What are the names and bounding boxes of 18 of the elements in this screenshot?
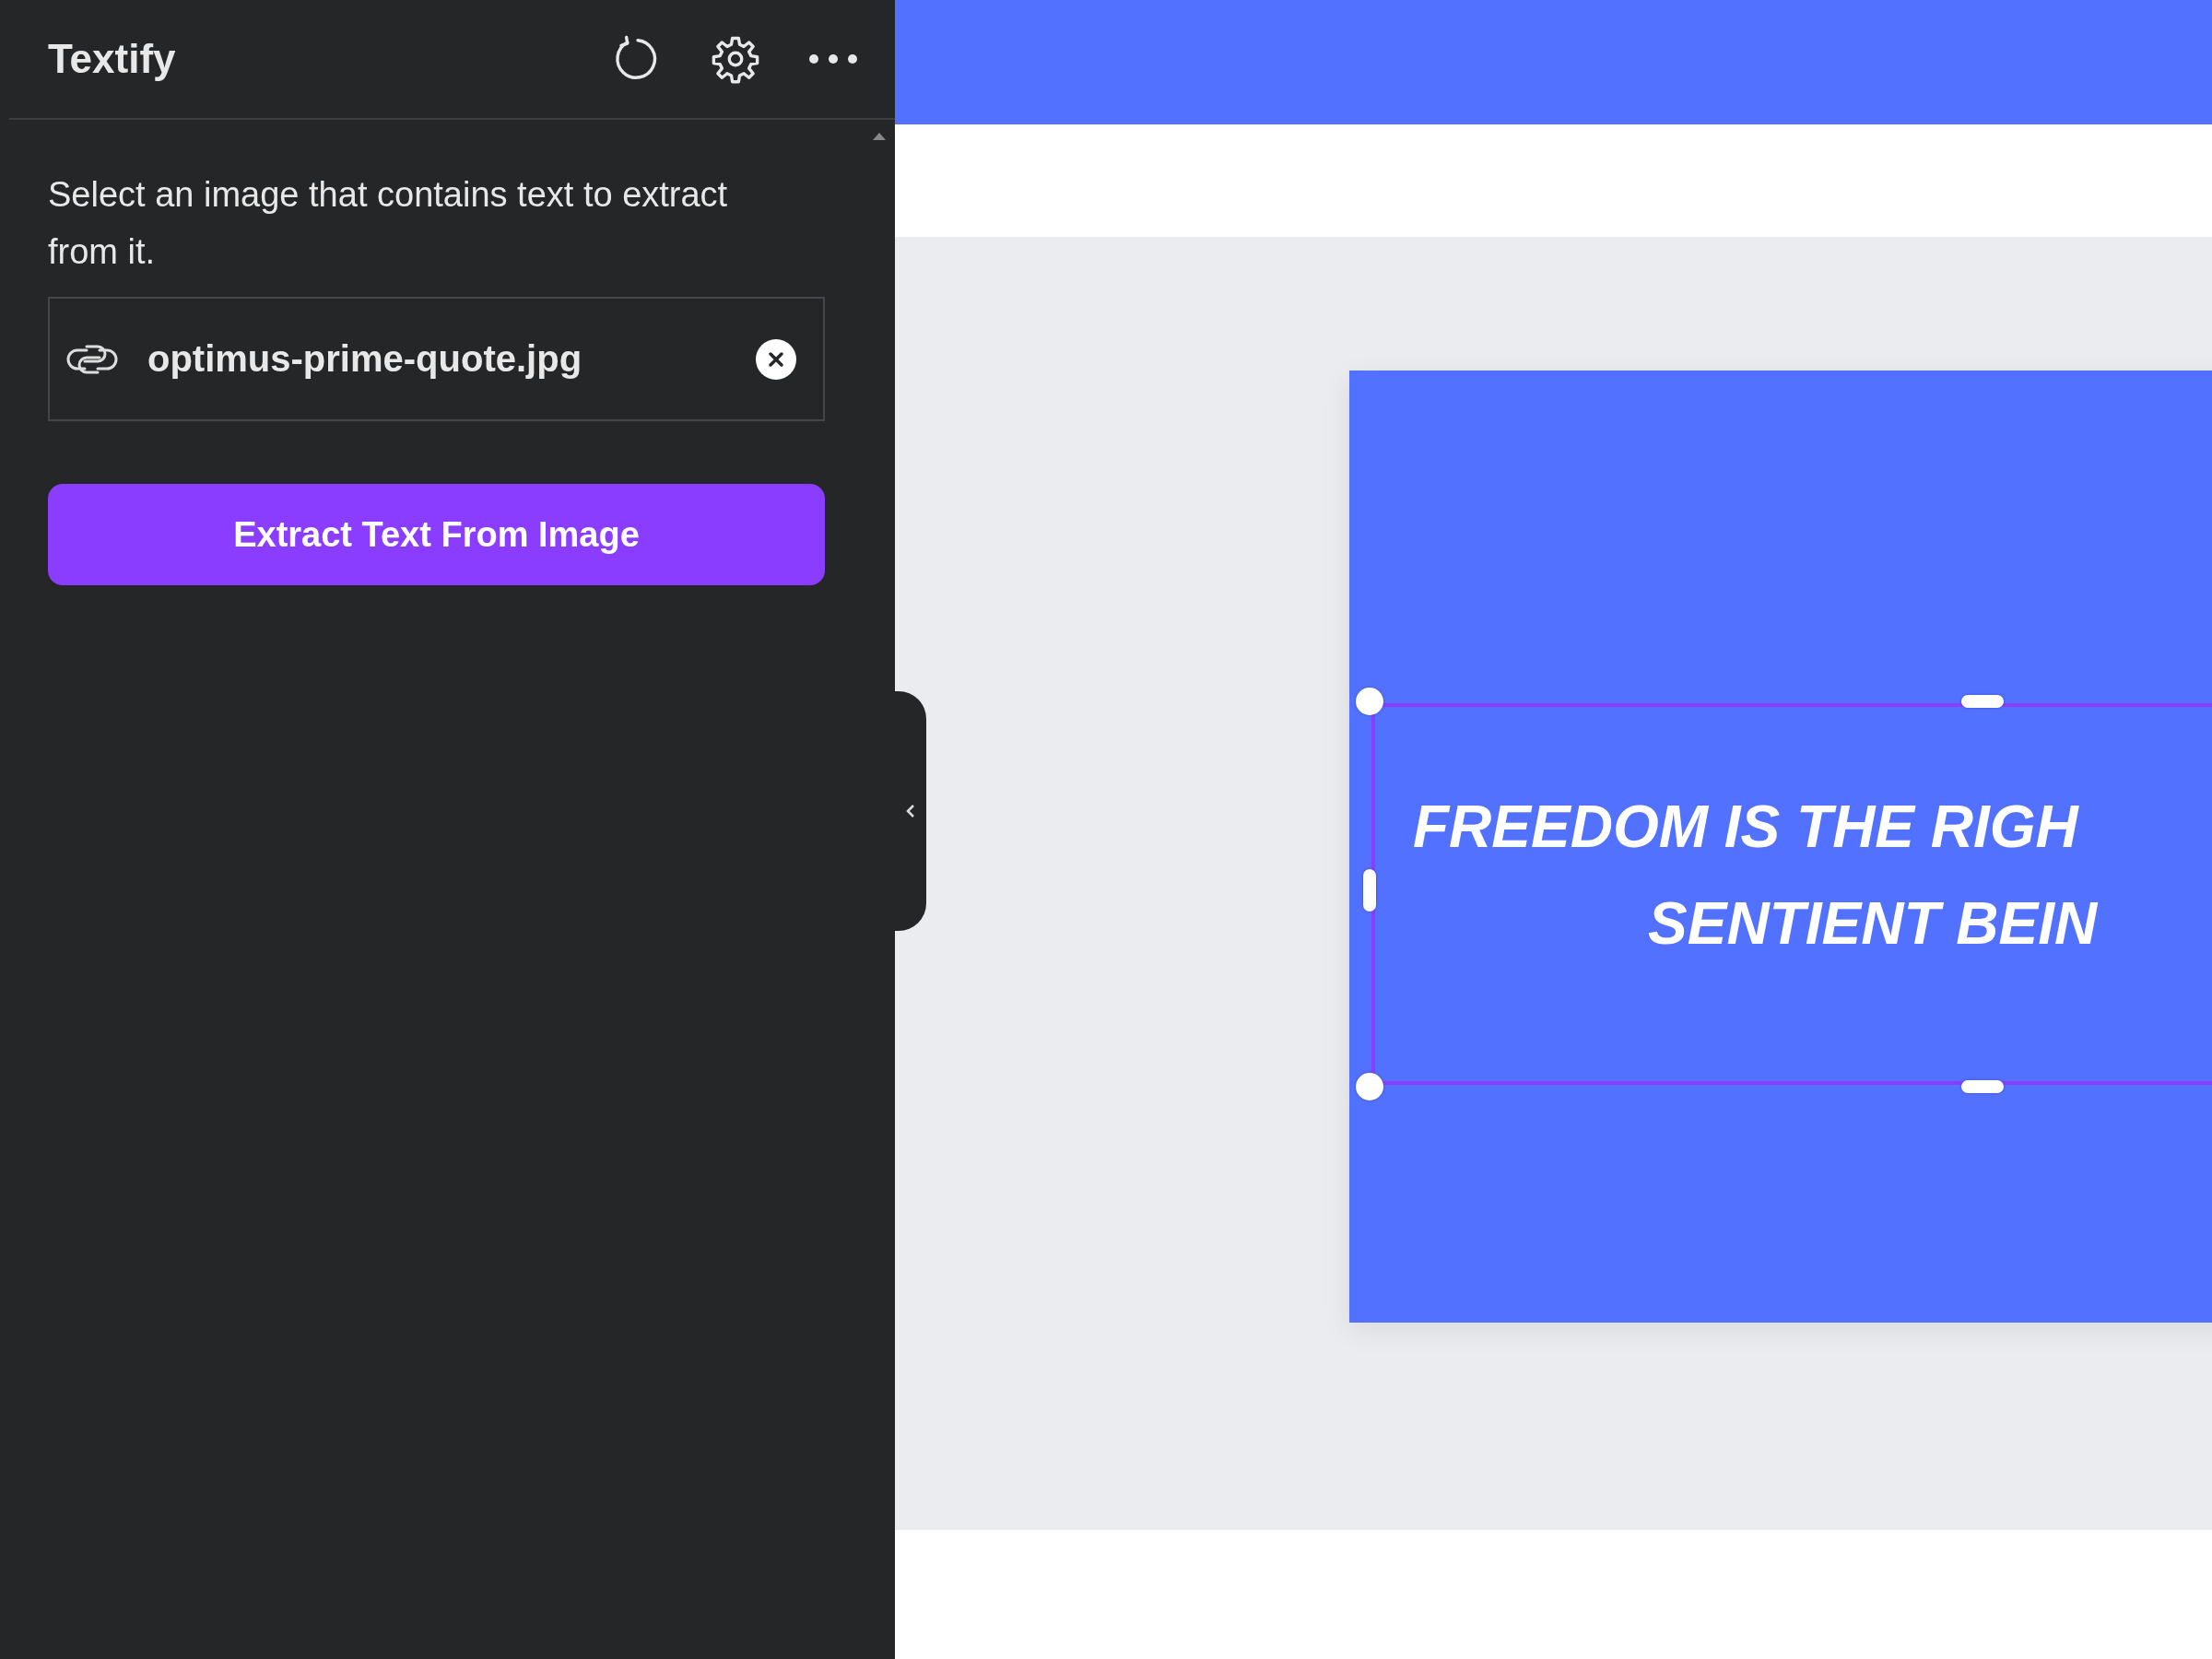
chevron-left-icon	[906, 804, 915, 818]
panel-title: Textify	[48, 36, 176, 82]
extract-button[interactable]: Extract Text From Image	[48, 484, 825, 585]
resize-handle[interactable]	[1356, 688, 1383, 715]
more-icon[interactable]	[808, 53, 858, 65]
resize-handle[interactable]	[1961, 1080, 2004, 1093]
resize-handle[interactable]	[1356, 1073, 1383, 1100]
quote-text[interactable]: SENTIENT BEIN	[1648, 888, 2098, 959]
file-name: optimus-prime-quote.jpg	[147, 338, 583, 380]
settings-icon[interactable]	[711, 34, 760, 84]
instruction-text: Select an image that contains text to extract from it.	[48, 174, 729, 273]
resize-handle[interactable]	[1363, 869, 1376, 912]
clear-icon[interactable]	[755, 337, 797, 381]
quote-text[interactable]: FREEDOM IS THE RIGH	[1413, 792, 2078, 863]
scroll-up-icon[interactable]	[873, 133, 886, 140]
collapse-handle[interactable]	[895, 691, 926, 931]
resize-handle[interactable]	[1961, 695, 2004, 708]
file-field[interactable]: optimus-prime-quote.jpg	[48, 297, 825, 421]
